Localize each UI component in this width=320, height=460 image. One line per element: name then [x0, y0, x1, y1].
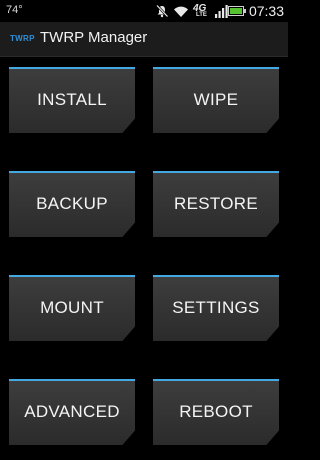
- signal-icon: [215, 4, 228, 18]
- mount-button-label: MOUNT: [40, 298, 104, 317]
- temperature-readout: 74°: [6, 4, 23, 16]
- app-header: TWRP TWRP Manager: [0, 22, 288, 57]
- twrp-logo: TWRP: [10, 34, 35, 43]
- wipe-button[interactable]: WIPE: [153, 67, 279, 133]
- advanced-button-label: ADVANCED: [24, 402, 120, 421]
- backup-button-label: BACKUP: [36, 194, 108, 213]
- settings-button-label: SETTINGS: [172, 298, 260, 317]
- backup-button[interactable]: BACKUP: [9, 171, 135, 237]
- mute-icon: [155, 4, 169, 18]
- page-title: TWRP Manager: [40, 29, 148, 46]
- restore-button-label: RESTORE: [174, 194, 258, 213]
- advanced-button[interactable]: ADVANCED: [9, 379, 135, 445]
- wipe-button-label: WIPE: [193, 90, 239, 109]
- mount-button[interactable]: MOUNT: [9, 275, 135, 341]
- status-bar: 74° 4G LTE 07:33: [0, 0, 288, 22]
- settings-button[interactable]: SETTINGS: [153, 275, 279, 341]
- reboot-button[interactable]: REBOOT: [153, 379, 279, 445]
- status-icons: 4G LTE: [155, 3, 228, 19]
- install-button[interactable]: INSTALL: [9, 67, 135, 133]
- install-button-label: INSTALL: [37, 90, 107, 109]
- status-time: 07:33: [248, 3, 284, 19]
- lte-icon: 4G LTE: [193, 3, 207, 18]
- battery-icon: [228, 5, 246, 16]
- reboot-button-label: REBOOT: [179, 402, 253, 421]
- restore-button[interactable]: RESTORE: [153, 171, 279, 237]
- twrp-manager-screen: 74° 4G LTE 07:33 TWRP TWRP Manager INSTA…: [0, 0, 288, 460]
- wifi-icon: [173, 5, 189, 18]
